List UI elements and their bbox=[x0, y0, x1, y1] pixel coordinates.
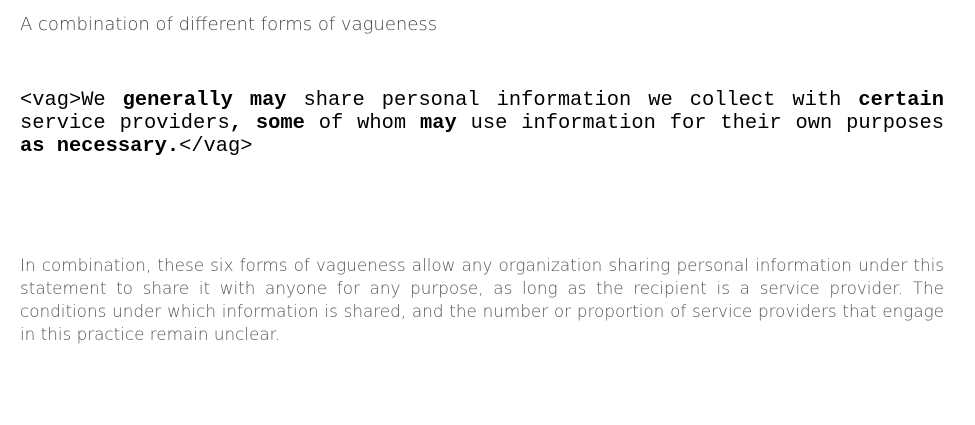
segment bbox=[242, 112, 256, 135]
segment: of whom bbox=[304, 112, 420, 135]
open-tag: <vag> bbox=[20, 89, 82, 112]
vague-term: certain bbox=[858, 89, 944, 112]
segment: service providers bbox=[20, 112, 230, 135]
vague-term: , bbox=[229, 112, 242, 135]
explanation-paragraph: In combination, these six forms of vague… bbox=[20, 255, 944, 344]
segment: We bbox=[81, 89, 123, 112]
vagueness-example: <vag>We generally may share personal inf… bbox=[20, 89, 944, 158]
vague-term: generally bbox=[122, 89, 233, 112]
vague-term: may bbox=[249, 89, 287, 112]
close-tag: </vag> bbox=[179, 135, 253, 158]
vague-term: some bbox=[255, 112, 305, 135]
segment: use information for their own purposes bbox=[456, 112, 944, 135]
vague-term: as necessary. bbox=[20, 135, 180, 158]
segment bbox=[233, 89, 250, 112]
section-heading: A combination of different forms of vagu… bbox=[20, 14, 438, 35]
segment: share personal information we collect wi… bbox=[286, 89, 859, 112]
vague-term: may bbox=[419, 112, 457, 135]
